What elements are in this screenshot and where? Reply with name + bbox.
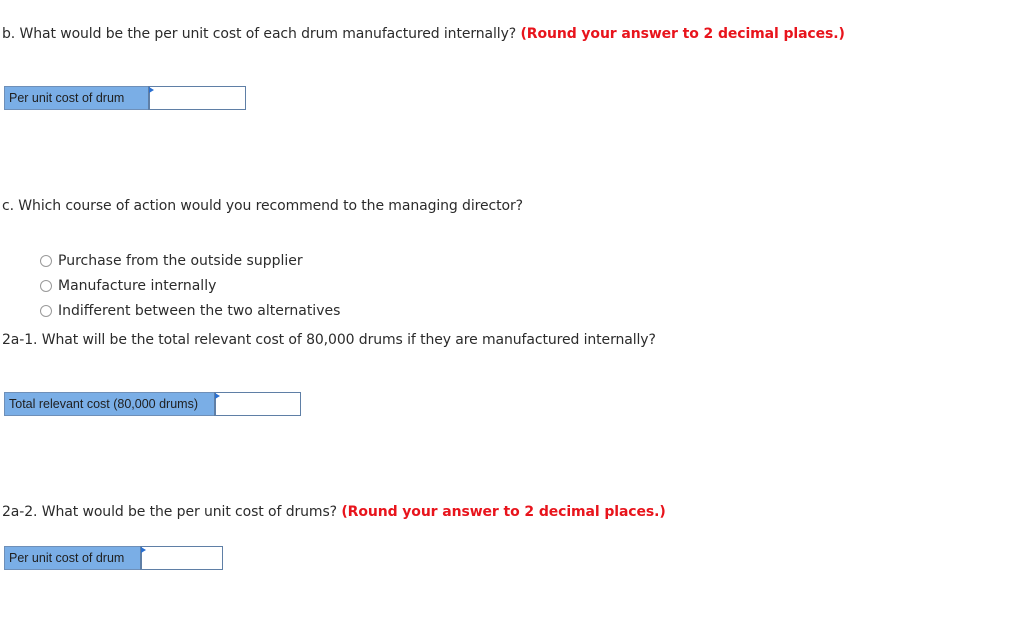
question-b: b. What would be the per unit cost of ea… — [2, 26, 845, 42]
question-b-text: b. What would be the per unit cost of ea… — [2, 26, 517, 42]
option-label: Indifferent between the two alternatives — [58, 302, 341, 319]
input-marker-icon — [149, 87, 154, 93]
question-2a2-text: 2a-2. What would be the per unit cost of… — [2, 504, 337, 520]
radio-circle-icon[interactable] — [40, 254, 52, 267]
per-unit-cost-drums-label: Per unit cost of drum — [4, 546, 140, 570]
question-c: c. Which course of action would you reco… — [2, 198, 523, 214]
per-unit-cost-input[interactable] — [148, 86, 246, 110]
option-label: Manufacture internally — [58, 277, 217, 294]
per-unit-cost-label: Per unit cost of drum — [4, 86, 148, 110]
answer-row-2a2: Per unit cost of drum — [4, 546, 223, 570]
input-marker-icon — [141, 547, 146, 553]
per-unit-cost-drums-input[interactable] — [140, 546, 223, 570]
answer-row-b: Per unit cost of drum — [4, 86, 246, 110]
option-indifferent[interactable]: Indifferent between the two alternatives — [40, 298, 340, 323]
option-manufacture[interactable]: Manufacture internally — [40, 273, 340, 298]
question-2a1: 2a-1. What will be the total relevant co… — [2, 332, 656, 348]
question-b-hint: (Round your answer to 2 decimal places.) — [520, 26, 845, 42]
total-relevant-cost-input[interactable] — [214, 392, 301, 416]
option-purchase[interactable]: Purchase from the outside supplier — [40, 248, 340, 273]
input-marker-icon — [215, 393, 220, 399]
option-label: Purchase from the outside supplier — [58, 252, 303, 269]
question-2a2-hint: (Round your answer to 2 decimal places.) — [341, 504, 666, 520]
radio-circle-icon[interactable] — [40, 304, 52, 317]
total-relevant-cost-label: Total relevant cost (80,000 drums) — [4, 392, 214, 416]
answer-row-2a1: Total relevant cost (80,000 drums) — [4, 392, 301, 416]
question-2a2: 2a-2. What would be the per unit cost of… — [2, 504, 666, 520]
course-of-action-radio-group: Purchase from the outside supplier Manuf… — [40, 248, 340, 323]
radio-circle-icon[interactable] — [40, 279, 52, 292]
